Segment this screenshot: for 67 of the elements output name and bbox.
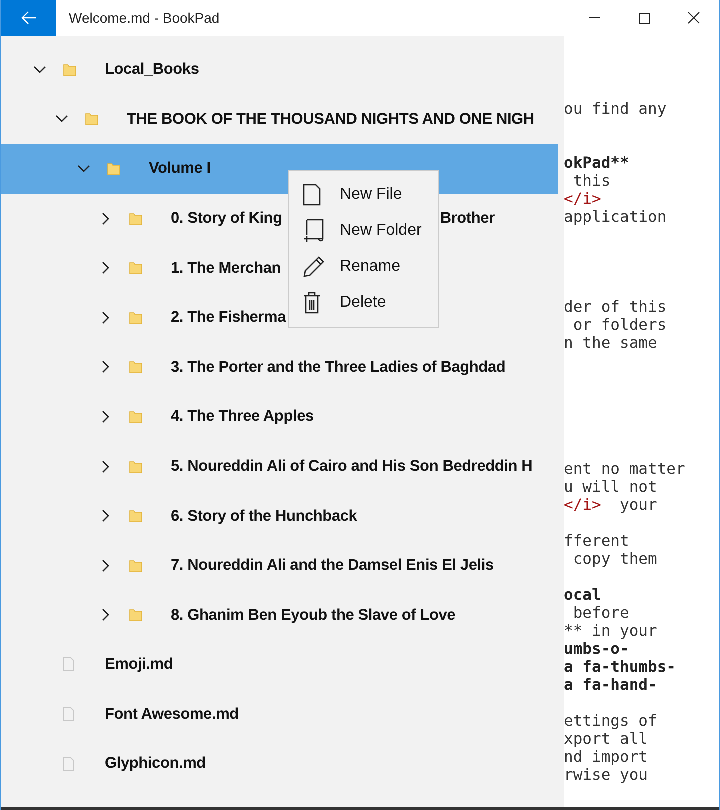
folder-icon <box>129 508 143 524</box>
editor-text: nd import <box>564 748 648 766</box>
editor-text: xport all <box>564 730 648 748</box>
tree-item[interactable]: 6. Story of the Hunchback <box>171 504 358 528</box>
file-icon <box>303 184 321 206</box>
editor-text: application <box>564 208 667 226</box>
tree-item[interactable]: Volume I <box>149 157 211 181</box>
folder-icon <box>129 260 143 276</box>
tree-item[interactable]: 0. Story of King <box>171 206 282 230</box>
back-arrow-icon[interactable] <box>20 11 36 25</box>
tree-item[interactable]: Glyphicon.md <box>105 752 206 776</box>
folder-icon <box>129 210 143 227</box>
tree-item[interactable]: 4. The Three Apples <box>171 405 314 429</box>
tree-item[interactable]: 8. Ghanim Ben Eyoub the Slave of Love <box>171 604 456 627</box>
maximize-icon[interactable] <box>638 12 650 24</box>
editor-text: rwise you <box>564 766 648 784</box>
editor-text: umbs-o- <box>564 640 630 658</box>
folder-icon <box>85 111 99 128</box>
menu-item[interactable]: Delete <box>289 285 438 321</box>
editor-text: before <box>572 604 630 622</box>
editor-text: a fa-hand- <box>564 676 658 694</box>
editor-text: this <box>572 172 611 190</box>
menu-item[interactable]: Rename <box>289 249 438 285</box>
tree-item[interactable]: 1. The Merchan <box>171 256 282 280</box>
editor-text: der of this <box>564 298 667 316</box>
menu-item[interactable]: New Folder <box>289 213 438 249</box>
tree-item[interactable]: Emoji.md <box>105 653 174 677</box>
folder-icon <box>129 458 143 475</box>
editor-text: okPad** <box>564 154 630 172</box>
tree-item[interactable]: THE BOOK OF THE THOUSAND NIGHTS AND ONE NIGH <box>127 108 534 132</box>
tree-item[interactable]: 2. The Fisherma <box>171 306 286 330</box>
folder-icon <box>129 558 143 574</box>
editor-text: fferent <box>564 532 630 550</box>
tree-item[interactable]: 7. Noureddin Ali and the Damsel Enis El Jelis <box>171 554 494 578</box>
tree-item[interactable]: Font Awesome.md <box>105 702 239 726</box>
folder-icon <box>129 408 143 425</box>
file-icon <box>63 707 75 722</box>
editor-text: your <box>618 496 658 514</box>
tree-item[interactable]: 5. Noureddin Ali of Cairo and His Son Bedreddin H <box>171 454 533 478</box>
tree-item[interactable]: Local_Books <box>105 58 200 82</box>
editor-text: ocal <box>564 586 602 604</box>
folder-icon <box>107 160 121 177</box>
tree-item-label: Brother <box>440 208 495 229</box>
pencil-icon <box>303 256 325 278</box>
editor-text: n the same <box>564 334 658 352</box>
folder-icon <box>129 607 143 624</box>
new-folder-icon <box>303 219 325 243</box>
close-icon[interactable] <box>688 12 700 24</box>
editor-text: ou find any <box>564 100 667 118</box>
editor-text: a fa-thumbs- <box>564 658 676 676</box>
editor-text: or folders <box>572 316 667 334</box>
file-icon <box>63 657 75 672</box>
window-title: Welcome.md - BookPad <box>69 8 220 28</box>
editor-text: </i> <box>564 190 602 208</box>
folder-icon <box>63 62 77 78</box>
trash-icon <box>303 292 321 314</box>
folder-icon <box>129 310 143 326</box>
tree-item[interactable]: 3. The Porter and the Three Ladies of Baghdad <box>171 356 506 379</box>
file-icon <box>63 756 75 772</box>
editor-text: copy them <box>572 550 658 568</box>
editor-text: ent no matter <box>564 460 686 478</box>
folder-icon <box>129 359 143 376</box>
editor-text: </i> <box>564 496 602 514</box>
minimize-icon[interactable] <box>588 17 600 19</box>
editor-text: ** in your <box>564 622 658 640</box>
editor-text: ettings of <box>564 712 658 730</box>
editor-text: u will not <box>564 478 658 496</box>
